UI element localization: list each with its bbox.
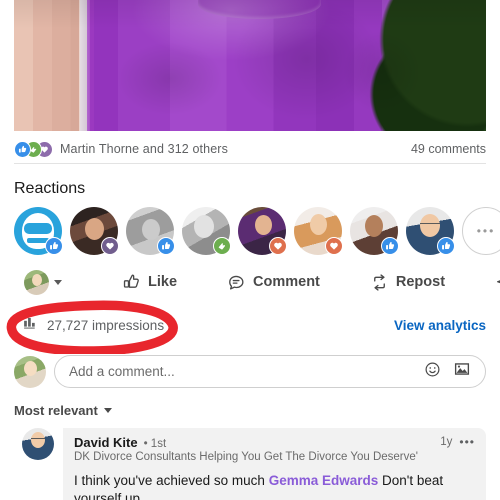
impressions-row: 27,727 impressions View analytics [14, 313, 486, 337]
like-icon [157, 237, 175, 255]
comment-author-row: David Kite • 1st [74, 435, 475, 450]
reaction-avatar-6[interactable] [294, 207, 343, 255]
love-icon [269, 237, 287, 255]
like-button[interactable]: Like [116, 269, 183, 296]
reaction-avatar-1[interactable] [14, 207, 63, 255]
current-user-avatar [24, 269, 49, 295]
celebrate-icon [213, 237, 231, 255]
post-action-bar: Like Comment Repost [14, 264, 500, 300]
comment-mention-link[interactable]: Gemma Edwards [269, 473, 379, 488]
emoji-icon[interactable] [424, 361, 441, 383]
comment-sort-dropdown[interactable]: Most relevant [14, 403, 112, 418]
like-icon [381, 237, 399, 255]
send-button[interactable]: Send [489, 269, 500, 296]
comment-author-headline: DK Divorce Consultants Helping You Get T… [74, 451, 418, 463]
reaction-picker[interactable] [14, 269, 62, 295]
reaction-avatar-3[interactable] [126, 207, 175, 255]
comment-meta: 1y ••• [440, 435, 475, 449]
reactors-group[interactable]: Martin Thorne and 312 others [14, 140, 228, 158]
comment-sort-label: Most relevant [14, 403, 98, 418]
comment-timestamp: 1y [440, 436, 453, 448]
comment-text-before: I think you've achieved so much [74, 473, 269, 488]
reaction-badge-stack [14, 140, 53, 158]
reactions-heading: Reactions [14, 180, 86, 197]
thumbs-up-icon [122, 273, 141, 292]
speech-bubble-icon [227, 273, 246, 292]
view-analytics-link[interactable]: View analytics [394, 318, 486, 333]
repost-label: Repost [395, 274, 446, 290]
image-icon[interactable] [453, 360, 471, 383]
comment-label: Comment [253, 274, 320, 290]
comment-author-avatar[interactable] [22, 428, 54, 460]
more-ellipsis-icon: ••• [462, 207, 500, 255]
bar-chart-icon [23, 315, 38, 335]
like-icon [45, 237, 63, 255]
send-icon [495, 273, 500, 292]
post-image-shading [14, 0, 486, 131]
comment-count[interactable]: 49 comments [411, 142, 486, 156]
like-label: Like [148, 274, 178, 290]
comment-author-degree: • 1st [143, 438, 167, 450]
comment-input-icons [424, 360, 471, 383]
reaction-avatar-5[interactable] [238, 207, 287, 255]
reaction-avatar-4[interactable] [182, 207, 231, 255]
love-icon [325, 237, 343, 255]
reaction-avatar-7[interactable] [350, 207, 399, 255]
support-icon [101, 237, 119, 255]
comment-input-placeholder: Add a comment... [69, 364, 175, 379]
repost-icon [370, 273, 389, 292]
comment-compose-row: Add a comment... [14, 355, 486, 388]
chevron-down-icon [103, 408, 112, 413]
impressions-text: 27,727 impressions [47, 317, 165, 333]
like-icon [437, 237, 455, 255]
repost-button[interactable]: Repost [364, 269, 451, 296]
comment-input[interactable]: Add a comment... [54, 355, 486, 388]
current-user-avatar [14, 355, 46, 388]
reactors-text: Martin Thorne and 312 others [60, 142, 228, 156]
divider [14, 163, 486, 164]
reaction-avatar-8[interactable] [406, 207, 455, 255]
comment-list-item: David Kite • 1st 1y ••• DK Divorce Consu… [22, 428, 486, 500]
chevron-down-icon [54, 279, 62, 285]
reactions-avatar-row: ••• [14, 205, 500, 257]
reactions-more-button[interactable]: ••• [462, 207, 500, 255]
impressions-group[interactable]: 27,727 impressions [14, 315, 164, 335]
linkedin-post-card: Martin Thorne and 312 others 49 comments… [0, 0, 500, 500]
comment-button[interactable]: Comment [221, 269, 326, 296]
comment-author-name[interactable]: David Kite [74, 435, 138, 450]
reaction-avatar-2[interactable] [70, 207, 119, 255]
comment-menu-icon[interactable]: ••• [459, 435, 475, 449]
post-image[interactable] [14, 0, 486, 131]
comment-body: David Kite • 1st 1y ••• DK Divorce Consu… [63, 428, 486, 500]
like-icon [14, 140, 31, 158]
social-counts-row: Martin Thorne and 312 others 49 comments [14, 138, 486, 160]
comment-text: I think you've achieved so much Gemma Ed… [74, 472, 475, 500]
